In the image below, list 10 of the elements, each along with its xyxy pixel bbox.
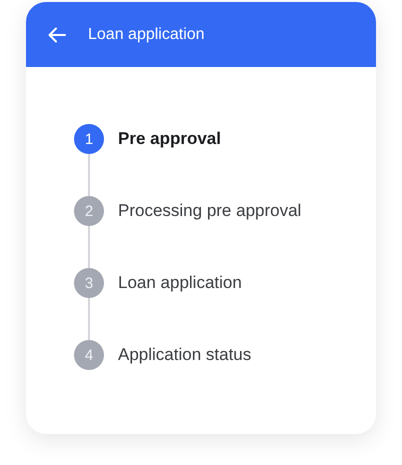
step-label[interactable]: Pre approval	[118, 124, 221, 154]
back-button[interactable]	[47, 26, 67, 44]
step-label[interactable]: Loan application	[118, 268, 242, 298]
step-label[interactable]: Application status	[118, 340, 252, 370]
step-number: 4	[74, 340, 104, 370]
step-number: 1	[74, 124, 104, 154]
screen-title: Loan application	[88, 26, 205, 44]
step-number: 2	[74, 196, 104, 226]
step-number: 3	[74, 268, 104, 298]
step-label[interactable]: Processing pre approval	[118, 196, 302, 226]
